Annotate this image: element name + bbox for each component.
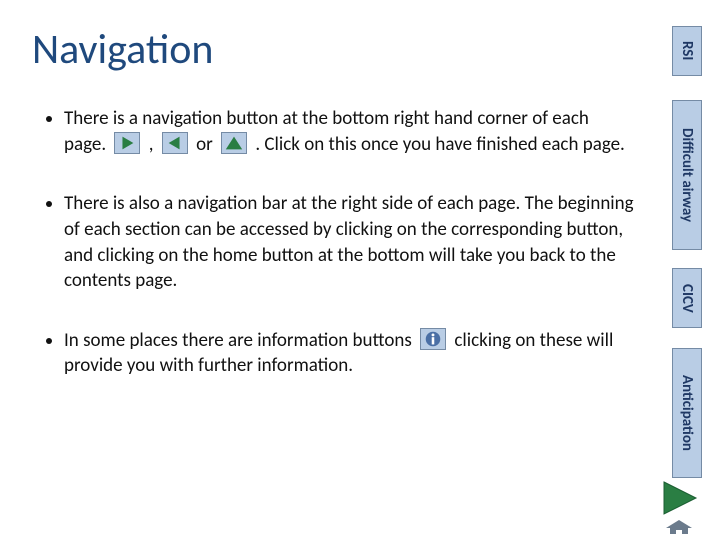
nav-next-button[interactable] xyxy=(658,478,700,518)
page-title: Navigation xyxy=(32,24,213,75)
play-right-icon xyxy=(114,132,140,154)
body-text: There is a navigation button at the bott… xyxy=(44,106,634,413)
tab-cicv-label: CICV xyxy=(678,280,696,317)
tab-rsi[interactable]: RSI xyxy=(672,26,702,76)
bullet-1-text-c: or xyxy=(196,133,217,156)
bullet-1-text-b: , xyxy=(149,133,158,156)
play-left-icon xyxy=(162,132,188,154)
play-up-icon xyxy=(221,132,247,154)
tab-cicv[interactable]: CICV xyxy=(672,268,702,328)
tab-rsi-label: RSI xyxy=(678,37,696,64)
bullet-2: There is also a navigation bar at the ri… xyxy=(64,191,634,294)
info-icon xyxy=(420,328,446,350)
bullet-3: In some places there are information but… xyxy=(64,328,634,379)
bullet-1: There is a navigation button at the bott… xyxy=(64,106,634,157)
bullet-1-text-d: . Click on this once you have finished e… xyxy=(255,133,625,156)
tab-anticipation-label: Anticipation xyxy=(678,371,696,455)
tab-difficult-airway[interactable]: Difficult airway xyxy=(672,100,702,250)
slide: Navigation RSI Difficult airway CICV Ant… xyxy=(0,0,720,540)
tab-difficult-airway-label: Difficult airway xyxy=(678,124,696,226)
nav-home-button[interactable] xyxy=(664,520,694,534)
tab-anticipation[interactable]: Anticipation xyxy=(672,348,702,478)
bullet-3-text-a: In some places there are information but… xyxy=(64,329,416,352)
